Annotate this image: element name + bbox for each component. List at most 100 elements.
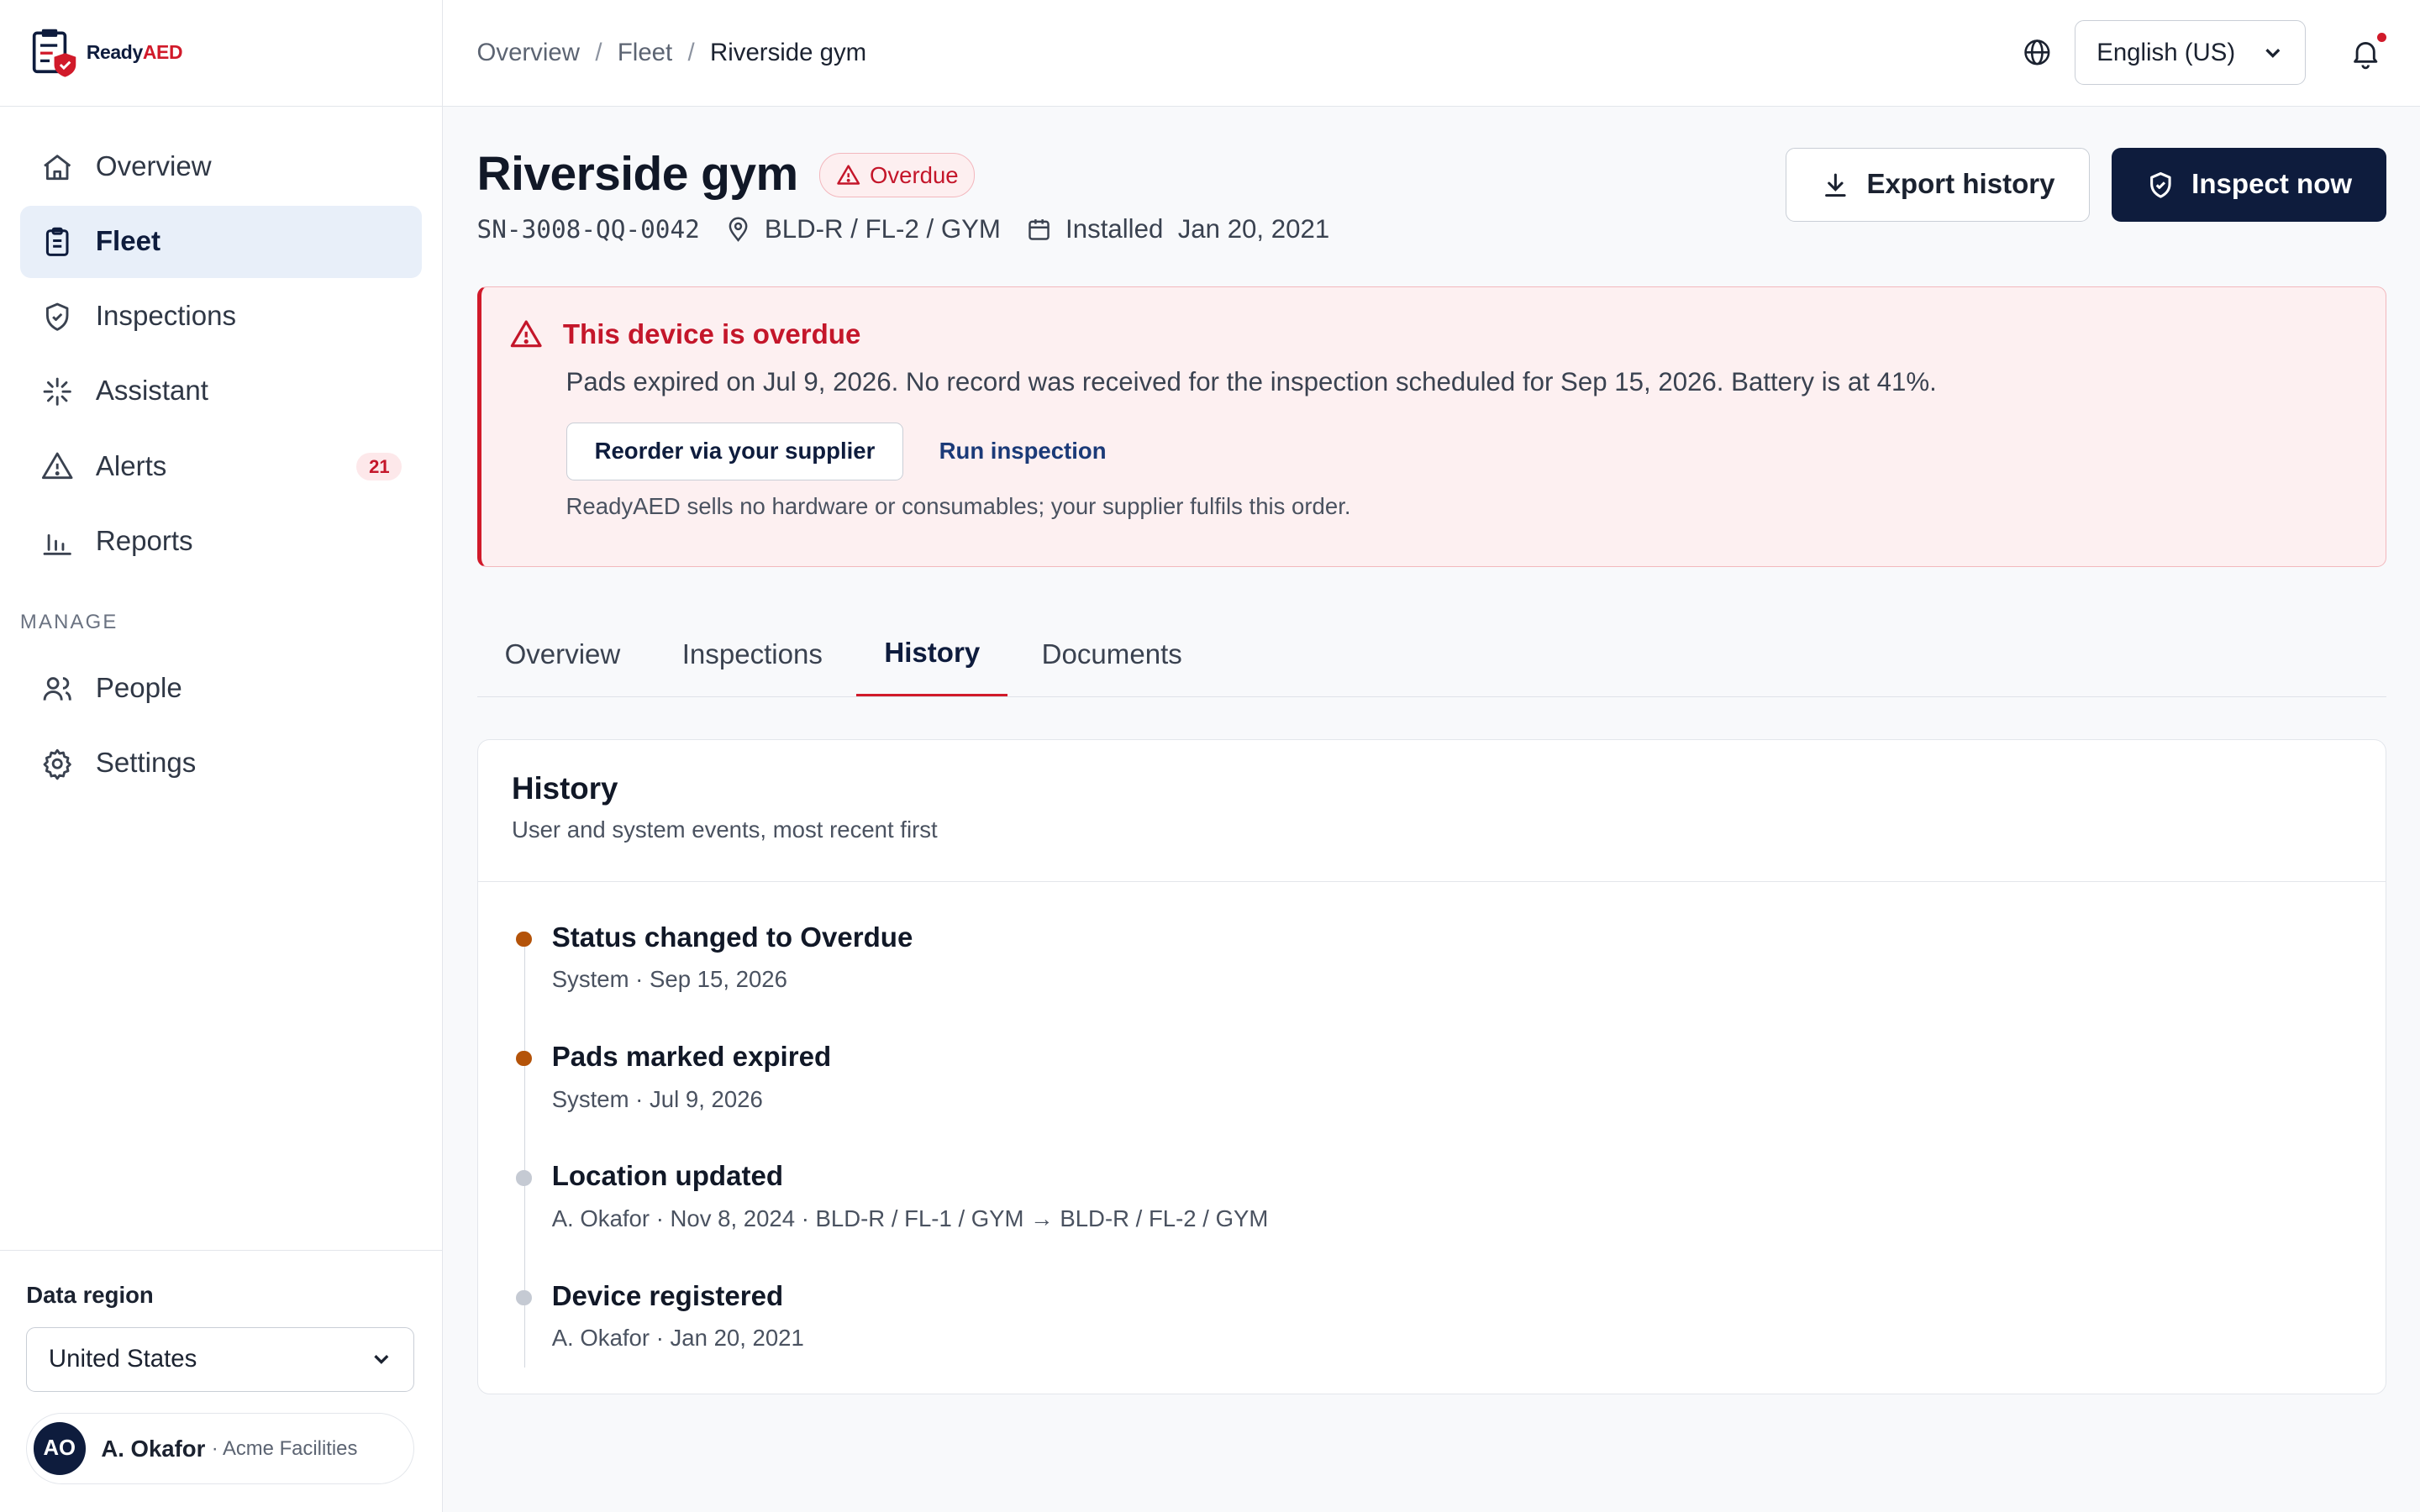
nav-label: People [95,673,182,705]
nav-label: Inspections [95,301,237,333]
event-meta: System · Sep 15, 2026 [551,966,787,993]
breadcrumb-current: Riverside gym [710,38,867,66]
alert-actions: Reorder via your supplier Run inspection [566,422,2386,481]
device-location: BLD-R / FL-2 / GYM [724,214,1001,244]
data-region-label: Data region [26,1281,154,1308]
event-title: Device registered [551,1280,784,1312]
tab-inspections[interactable]: Inspections [655,613,850,696]
notification-dot [2376,32,2386,42]
alert-triangle-icon [510,320,542,348]
gear-icon [40,747,74,780]
history-event: Status changed to Overdue System · Sep 1… [516,921,2386,1042]
nav-item-overview[interactable]: Overview [20,131,422,203]
bar-chart-icon [40,524,74,558]
header-actions: Export history Inspect now [1786,148,2386,223]
export-label: Export history [1866,169,2055,201]
device-title-block: Riverside gym Overdue SN-3008-QQ-0042 BL… [477,146,1330,244]
status-badge: Overdue [819,152,975,198]
logo-icon [32,29,76,77]
breadcrumb-overview[interactable]: Overview [477,39,580,67]
nav-item-settings[interactable]: Settings [20,727,422,800]
calendar-icon [1028,218,1050,240]
main-content: Riverside gym Overdue SN-3008-QQ-0042 BL… [476,107,2386,1395]
notifications-button[interactable] [2349,32,2386,70]
history-card: History User and system events, most rec… [476,738,2386,1395]
nav-item-fleet[interactable]: Fleet [19,206,423,279]
event-title: Status changed to Overdue [551,921,913,953]
nav-label: Alerts [95,450,167,482]
installed-date: Installed Jan 20, 2021 [1025,214,1329,244]
alert-triangle-icon [836,165,860,185]
chevron-down-icon [374,1355,389,1365]
alerts-count-badge: 21 [356,452,402,481]
nav-item-assistant[interactable]: Assistant [20,355,422,428]
inspect-label: Inspect now [2191,169,2353,201]
data-region-select[interactable]: United States [26,1326,415,1392]
breadcrumb-fleet[interactable]: Fleet [618,39,672,67]
device-header: Riverside gym Overdue SN-3008-QQ-0042 BL… [477,146,2386,244]
breadcrumb: Overview / Fleet / Riverside gym [477,39,867,67]
breadcrumb-separator: / [687,38,695,66]
event-meta: A. Okafor · Nov 8, 2024 · BLD-R / FL-1 /… [551,1205,1269,1231]
reorder-supplier-button[interactable]: Reorder via your supplier [566,422,904,481]
overdue-alert: This device is overdue Pads expired on J… [476,286,2386,567]
nav-item-alerts[interactable]: Alerts 21 [20,430,422,502]
inspect-now-button[interactable]: Inspect now [2111,148,2386,223]
nav-item-people[interactable]: People [20,653,422,725]
nav-item-inspections[interactable]: Inspections [20,281,422,353]
device-meta: SN-3008-QQ-0042 BLD-R / FL-2 / GYM Insta… [477,214,1330,244]
page-title: Riverside gym [476,147,799,202]
avatar: AO [33,1422,86,1475]
user-org: · Acme Facilities [211,1436,358,1460]
event-dot [516,1289,532,1305]
event-title: Pads marked expired [551,1041,832,1073]
sidebar-footer: Data region United States AO A. Okafor ·… [0,1249,443,1512]
user-name: A. Okafor [101,1435,206,1462]
event-dot [516,1050,532,1067]
event-dot [516,1170,532,1186]
nav-label: Assistant [95,375,208,407]
device-tabs: Overview Inspections History Documents [476,613,2386,698]
installed-label: Installed [1065,214,1164,244]
nav-label: Fleet [95,226,160,258]
tab-overview[interactable]: Overview [477,613,649,696]
nav-label: Reports [95,525,193,557]
nav-label: Overview [95,151,212,183]
nav-label: Settings [95,748,197,780]
shield-check-icon [40,300,74,333]
breadcrumb-separator: / [595,38,602,66]
clipboard-icon [40,225,74,259]
nav-item-reports[interactable]: Reports [20,505,422,577]
brand[interactable]: ReadyAED [0,0,443,107]
language-value: English (US) [2096,38,2236,66]
alert-title-text: This device is overdue [562,318,861,350]
download-icon [1825,173,1847,197]
home-icon [40,150,74,184]
users-icon [40,672,74,706]
export-history-button[interactable]: Export history [1786,148,2090,223]
tab-history[interactable]: History [856,613,1008,697]
alert-note: ReadyAED sells no hardware or consumable… [566,493,1351,520]
run-inspection-link[interactable]: Run inspection [939,438,1107,465]
topbar: Overview / Fleet / Riverside gym English… [443,0,2420,107]
brand-name: ReadyAED [86,41,183,64]
serial-number: SN-3008-QQ-0042 [476,215,700,244]
data-region-value: United States [48,1345,197,1373]
globe-icon [2024,39,2050,66]
history-event: Pads marked expired System · Jul 9, 2026 [516,1041,2386,1161]
tab-documents[interactable]: Documents [1014,613,1210,696]
user-card[interactable]: AO A. Okafor · Acme Facilities [26,1413,415,1484]
location-text: BLD-R / FL-2 / GYM [764,214,1001,244]
history-subtitle: User and system events, most recent firs… [511,816,938,843]
event-meta: System · Jul 9, 2026 [551,1085,763,1112]
history-event: Location updated A. Okafor · Nov 8, 2024… [516,1161,2386,1280]
event-dot [516,931,532,947]
topbar-controls: English (US) [2022,20,2386,86]
alert-title: This device is overdue [509,318,2386,351]
installed-value: Jan 20, 2021 [1177,214,1330,244]
language-select[interactable]: English (US) [2074,20,2307,86]
chevron-down-icon [2265,49,2280,58]
history-card-header: History User and system events, most rec… [477,740,2386,882]
sidebar: ReadyAED Overview Fleet Inspections Assi… [0,0,444,1512]
manage-section-label: MANAGE [19,611,118,634]
